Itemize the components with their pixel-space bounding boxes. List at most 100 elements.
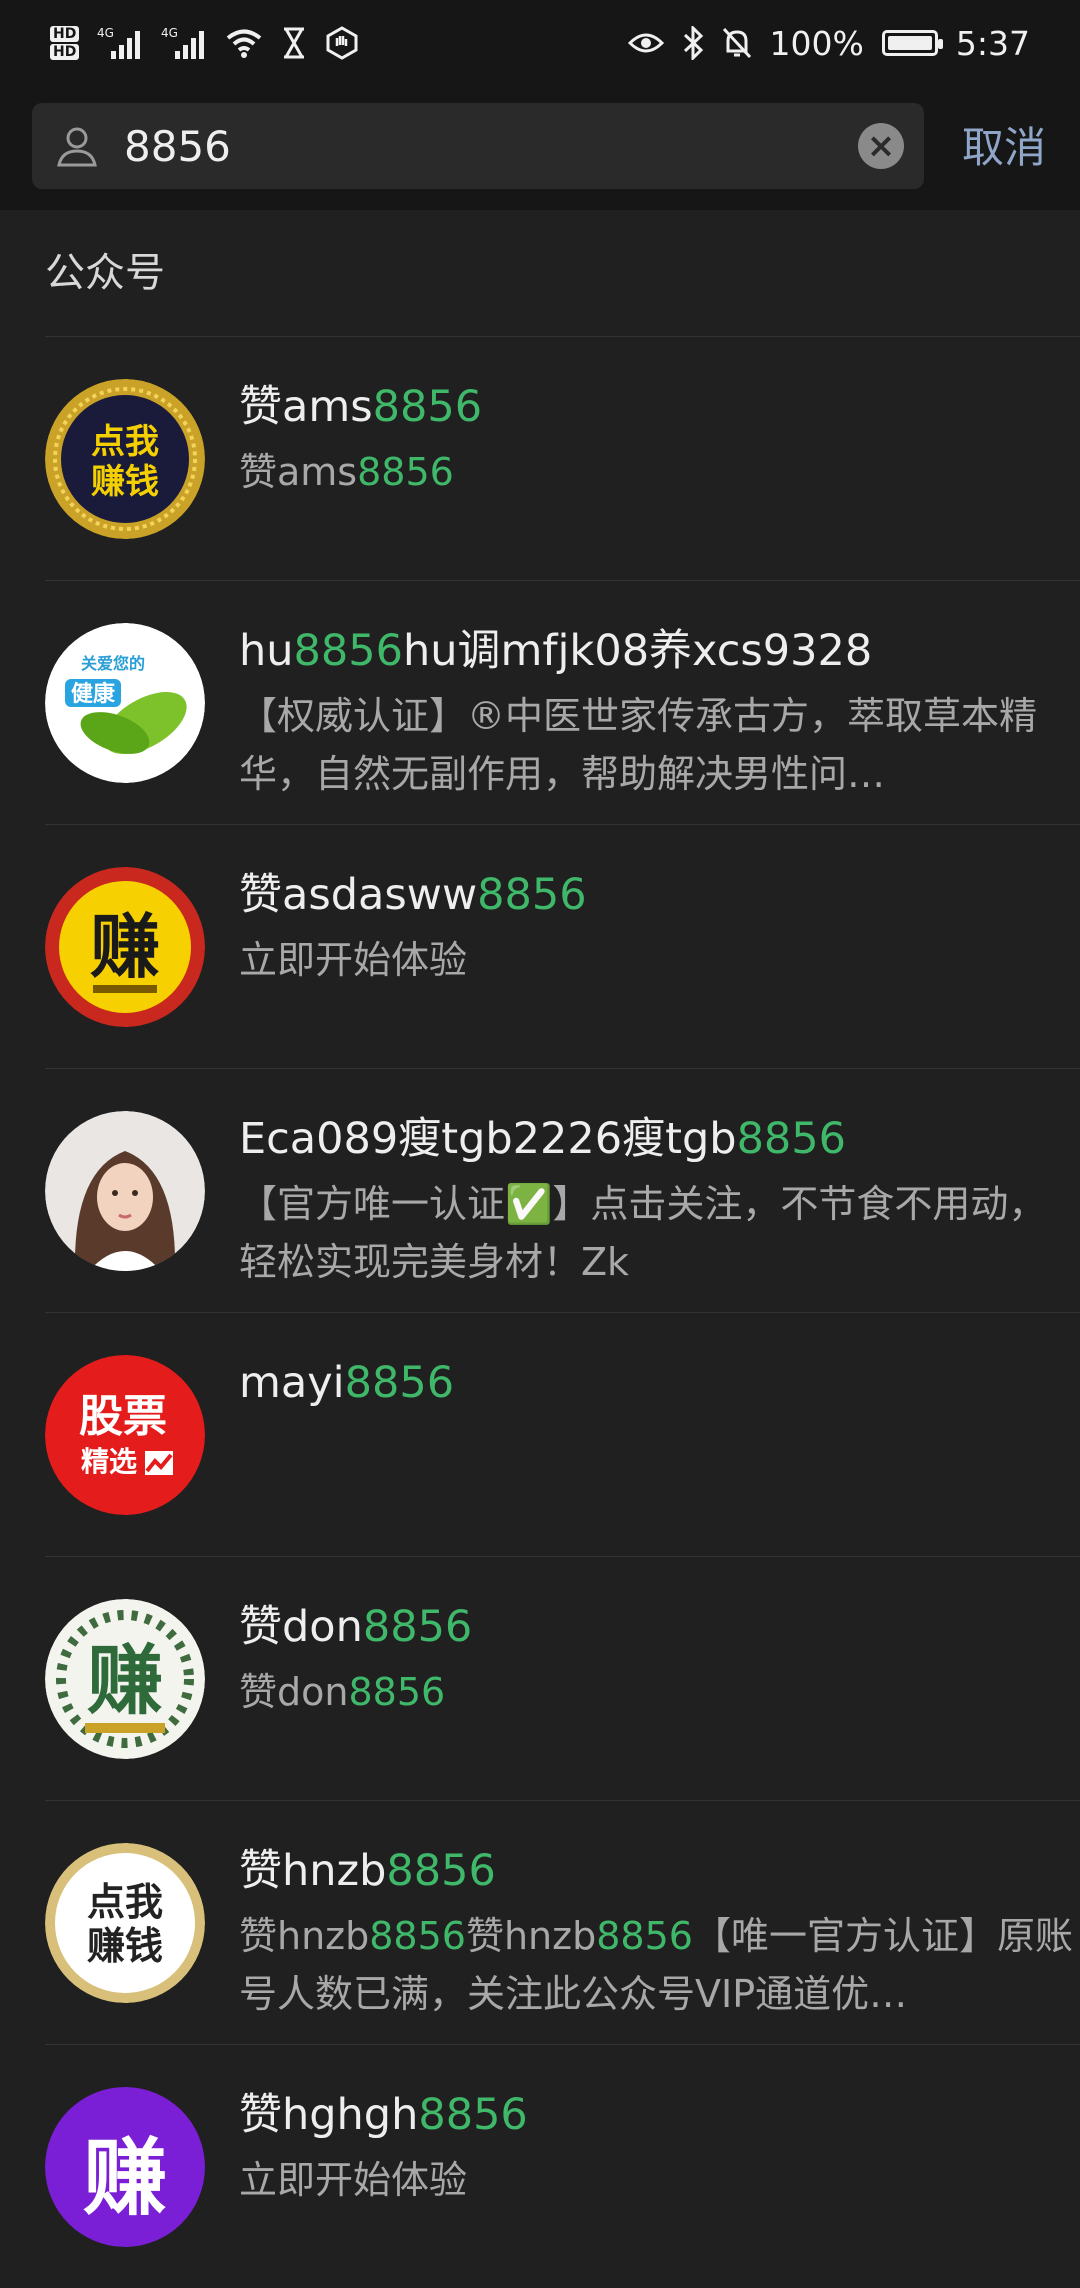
list-item[interactable]: 股票 精选 mayi8856 [45,1312,1080,1556]
yellow-coin-avatar: 赚 [45,867,205,1027]
status-bar-left: HD HD 4G 4G [50,25,359,61]
title-text: mayi [239,1358,345,1408]
item-title: hu8856hu调mfjk08养xcs9328 [239,621,1079,681]
title-match: 8856 [418,2090,528,2140]
svg-text:赚钱: 赚钱 [91,462,159,502]
item-title: 赞don8856 [239,1597,1079,1657]
health-leaf-avatar: 关爱您的健康 [45,623,205,783]
item-text: 赞don8856 赞don8856 [239,1597,1079,1721]
signal-icon-1: 4G [97,25,143,61]
description-match: 8856 [357,450,454,494]
description-text: 【权威认证】®中医世家传承古方，萃取草本精华，自然无副作用，帮助解决男性问… [239,694,1038,796]
svg-text:4G: 4G [161,26,178,40]
list-item[interactable]: 赚 赞hghgh8856 立即开始体验 [45,2044,1080,2288]
gold-seal-avatar: 点我 赚钱 [45,379,205,539]
svg-text:4G: 4G [97,26,114,40]
svg-text:健康: 健康 [71,681,116,707]
clock: 5:37 [955,23,1030,63]
svg-text:点我: 点我 [91,422,159,462]
search-box[interactable]: × [32,103,924,189]
title-text: hu [239,626,294,676]
hand-shield-icon [325,26,359,60]
description-text: 赞hnzb [465,1914,597,1958]
title-text: 赞asdasww [239,870,478,920]
item-text: hu8856hu调mfjk08养xcs9328 【权威认证】®中医世家传承古方，萃… [239,621,1079,803]
item-text: 赞hghgh8856 立即开始体验 [239,2085,1079,2209]
svg-text:股票: 股票 [79,1391,167,1442]
battery-icon [881,30,943,56]
item-text: 赞ams8856 赞ams8856 [239,377,1079,501]
item-description: 赞don8856 [239,1663,1079,1721]
results-list: 点我 赚钱 赞ams8856 赞ams8856 关爱您的 健康 hu8856hu调mfjk0… [0,336,1080,2288]
item-description: 赞hnzb8856赞hnzb8856【唯一官方认证】原账号人数已满，关注此公众号… [239,1907,1079,2023]
wreath-avatar: 赚 [45,1599,205,1759]
list-item[interactable]: 点我 赚钱 赞ams8856 赞ams8856 [45,336,1080,580]
wifi-icon [225,27,263,59]
title-match: 8856 [372,382,483,432]
mute-bell-icon [722,27,752,59]
description-text: 【官方唯一认证✅】点击关注，不节食不用动，轻松实现完美身材！Zk [239,1182,1047,1284]
list-item[interactable]: 关爱您的健康 hu8856hu调mfjk08养xcs9328 【权威认证】®中医世家… [45,580,1080,824]
title-text: 赞ams [239,382,373,432]
item-title: Eca089瘦tgb2226瘦tgb8856 [239,1109,1079,1169]
list-item[interactable]: 赚赞asdasww8856 立即开始体验 [45,824,1080,1068]
description-match: 8856 [369,1914,466,1958]
svg-text:点我: 点我 [87,1880,163,1924]
item-description: 赞ams8856 [239,443,1079,501]
description-text: 赞don [239,1670,349,1714]
description-text: 赞ams [239,450,358,494]
cancel-button[interactable]: 取消 [962,108,1046,188]
battery-percent: 100% [769,23,864,63]
svg-text:赚: 赚 [87,1636,163,1725]
user-icon [54,123,100,169]
title-text: hu调mfjk08养xcs9328 [402,626,873,676]
description-match: 8856 [348,1670,446,1714]
title-match: 8856 [344,1358,455,1408]
title-match: 8856 [293,626,403,676]
item-description: 【官方唯一认证✅】点击关注，不节食不用动，轻松实现完美身材！Zk [239,1175,1079,1291]
hd-icon: HD HD [50,25,80,61]
title-text: Eca089瘦tgb2226瘦tgb [239,1114,737,1164]
item-title: 赞asdasww8856 [239,865,1079,925]
svg-text:赚: 赚 [90,906,160,988]
eye-icon [627,31,664,55]
svg-text:精选: 精选 [81,1445,137,1478]
bluetooth-icon [682,26,704,60]
item-description: 立即开始体验 [239,2151,1079,2209]
search-header: × 取消 [0,86,1080,210]
item-text: 赞hnzb8856 赞hnzb8856赞hnzb8856【唯一官方认证】原账号人数… [239,1841,1079,2023]
coin-plate-avatar: 点我 赚钱 [45,1843,205,2003]
item-description: 立即开始体验 [239,931,1079,989]
clear-icon[interactable]: × [858,123,904,169]
description-match: 8856 [596,1914,693,1958]
title-match: 8856 [386,1846,496,1896]
search-input[interactable] [122,120,826,172]
list-item[interactable]: Eca089瘦tgb2226瘦tgb8856 【官方唯一认证✅】点击关注，不节食不… [45,1068,1080,1312]
title-match: 8856 [736,1114,847,1164]
stock-avatar: 股票 精选 [45,1355,205,1515]
title-match: 8856 [362,1602,473,1652]
title-text: 赞hghgh [239,2090,419,2140]
item-description: 【权威认证】®中医世家传承古方，萃取草本精华，自然无副作用，帮助解决男性问… [239,687,1079,803]
item-title: 赞hnzb8856 [239,1841,1079,1901]
item-text: Eca089瘦tgb2226瘦tgb8856 【官方唯一认证✅】点击关注，不节食不… [239,1109,1079,1291]
section-title: 公众号 [45,250,165,296]
description-text: 赞hnzb [239,1914,370,1958]
description-text: 立即开始体验 [239,938,468,982]
item-title: 赞hghgh8856 [239,2085,1079,2145]
hourglass-icon [281,27,307,59]
list-item[interactable]: 赚赞don8856 赞don8856 [45,1556,1080,1800]
item-title: mayi8856 [239,1353,1079,1413]
item-title: 赞ams8856 [239,377,1079,437]
title-text: 赞don [239,1602,363,1652]
svg-text:关爱您的: 关爱您的 [81,654,145,673]
status-bar-right: 100% 5:37 [627,23,1030,63]
title-match: 8856 [477,870,587,920]
purple-avatar: 赚 [45,2087,205,2247]
svg-text:赚钱: 赚钱 [87,1924,163,1968]
item-text: 赞asdasww8856 立即开始体验 [239,865,1079,989]
girl-photo-avatar [45,1111,205,1271]
item-text: mayi8856 [239,1353,1079,1413]
list-item[interactable]: 点我 赚钱 赞hnzb8856 赞hnzb8856赞hnzb8856【唯一官方认证】原… [45,1800,1080,2044]
title-text: 赞hnzb [239,1846,387,1896]
